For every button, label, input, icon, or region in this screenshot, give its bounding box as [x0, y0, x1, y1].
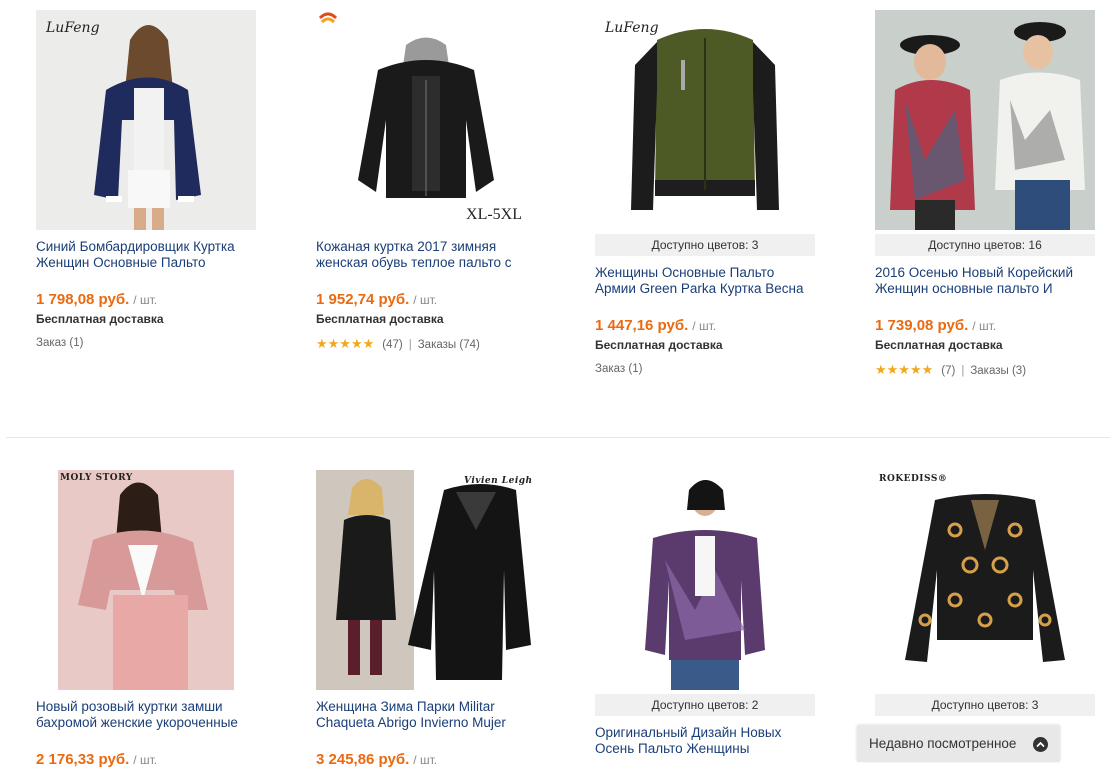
colors-available-badge: Доступно цветов: 2 — [595, 694, 815, 716]
colors-available-badge: Доступно цветов: 3 — [595, 234, 815, 256]
price: 2 176,33 руб. — [36, 751, 130, 768]
jacket-photo-icon — [36, 10, 256, 230]
product-title[interactable]: Женщина Зима Парки Militar Chaqueta Abri… — [316, 699, 538, 731]
price-unit: / шт. — [692, 319, 717, 333]
price-unit: / шт. — [413, 753, 438, 767]
row-divider — [6, 437, 1110, 438]
recently-viewed-label: Недавно посмотренное — [869, 736, 1017, 751]
brand-logo: Vivien Leigh — [464, 476, 533, 486]
product-image[interactable]: MOLY STORY — [58, 470, 234, 690]
orders-count: Заказ (1) — [595, 363, 642, 375]
jacket-photo-icon — [875, 10, 1095, 230]
jacket-photo-icon — [875, 470, 1095, 690]
chevron-up-icon — [1033, 737, 1048, 752]
product-image[interactable]: XL-5XL — [316, 10, 536, 230]
product-image[interactable]: ROKEDISS® — [875, 470, 1095, 690]
rating-row: ★★★★★ (7) | Заказы (3) — [875, 362, 1026, 378]
price-line: 2 176,33 руб. / шт. — [36, 751, 157, 768]
price: 1 739,08 руб. — [875, 317, 969, 334]
price-line: 1 798,08 руб. / шт. — [36, 291, 157, 308]
free-shipping-label: Бесплатная доставка — [875, 338, 1003, 352]
brand-logo: ROKEDISS® — [879, 474, 948, 484]
orders-count: Заказ (1) — [36, 337, 83, 349]
colors-available-badge: Доступно цветов: 16 — [875, 234, 1095, 256]
jacket-photo-icon — [316, 10, 536, 230]
product-title[interactable]: Оригинальный Дизайн Новых Осень Пальто Ж… — [595, 725, 817, 757]
free-shipping-label: Бесплатная доставка — [36, 312, 164, 326]
price-line: 1 952,74 руб. / шт. — [316, 291, 437, 308]
jacket-photo-icon — [595, 10, 815, 230]
product-image[interactable]: LuFeng — [36, 10, 256, 230]
price-unit: / шт. — [133, 753, 158, 767]
price: 1 952,74 руб. — [316, 291, 410, 308]
colors-available-badge: Доступно цветов: 3 — [875, 694, 1095, 716]
jacket-photo-icon — [595, 470, 815, 690]
product-image[interactable] — [875, 10, 1095, 230]
price: 1 447,16 руб. — [595, 317, 689, 334]
star-rating-icon: ★★★★★ — [316, 336, 375, 351]
product-title[interactable]: Кожаная куртка 2017 зимняя женская обувь… — [316, 239, 538, 271]
brand-logo: MOLY STORY — [60, 473, 133, 483]
reviews-link[interactable]: (47) — [382, 339, 402, 351]
free-shipping-label: Бесплатная доставка — [316, 312, 444, 326]
free-shipping-label: Бесплатная доставка — [595, 338, 723, 352]
price-line: 1 739,08 руб. / шт. — [875, 317, 996, 334]
product-title[interactable]: Новый розовый куртки замши бахромой женс… — [36, 699, 258, 731]
product-title[interactable]: 2016 Осенью Новый Корейский Женщин основ… — [875, 265, 1097, 297]
rating-row: ★★★★★ (47) | Заказы (74) — [316, 336, 480, 352]
price-unit: / шт. — [413, 293, 438, 307]
orders-link[interactable]: Заказы (74) — [418, 339, 480, 351]
price-unit: / шт. — [972, 319, 997, 333]
brand-logo: LuFeng — [46, 20, 100, 36]
jacket-photo-icon — [58, 470, 234, 690]
product-title[interactable]: Синий Бомбардировщик Куртка Женщин Основ… — [36, 239, 258, 271]
price-line: 3 245,86 руб. / шт. — [316, 751, 437, 768]
orders-link[interactable]: Заказ (1) — [595, 363, 642, 375]
separator: | — [408, 339, 412, 351]
jacket-photo-icon — [316, 470, 536, 690]
product-title[interactable]: Женщины Основные Пальто Армии Green Park… — [595, 265, 817, 297]
separator: | — [961, 365, 965, 377]
product-image[interactable] — [595, 470, 815, 690]
price-unit: / шт. — [133, 293, 158, 307]
product-image[interactable]: Vivien Leigh — [316, 470, 536, 690]
reviews-link[interactable]: (7) — [941, 365, 955, 377]
recently-viewed-toggle[interactable]: Недавно посмотренное — [857, 726, 1060, 762]
brand-logo: LuFeng — [605, 20, 659, 36]
product-image[interactable]: LuFeng — [595, 10, 815, 230]
size-range-tag: XL-5XL — [466, 206, 522, 223]
price-line: 1 447,16 руб. / шт. — [595, 317, 716, 334]
price: 1 798,08 руб. — [36, 291, 130, 308]
orders-link[interactable]: Заказы (3) — [970, 365, 1026, 377]
star-rating-icon: ★★★★★ — [875, 362, 934, 377]
orders-link[interactable]: Заказ (1) — [36, 337, 83, 349]
price: 3 245,86 руб. — [316, 751, 410, 768]
